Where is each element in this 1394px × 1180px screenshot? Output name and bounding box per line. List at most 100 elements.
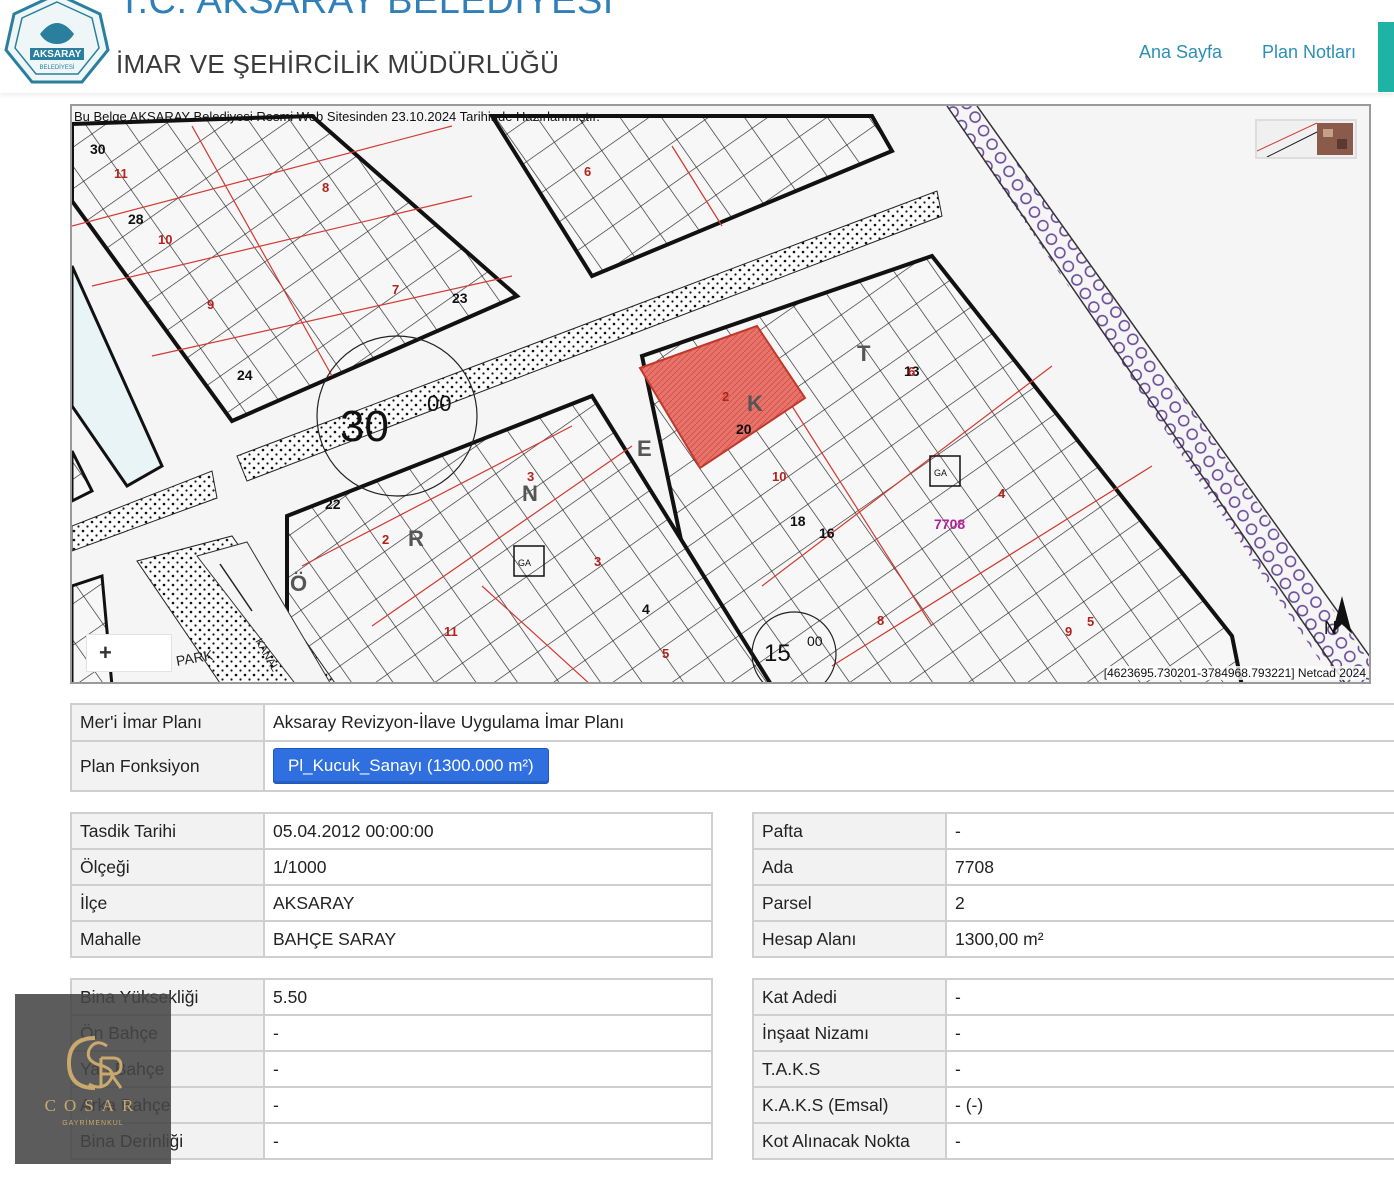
table-row: Kot Alınacak Nokta - (752, 1122, 1394, 1160)
field-value: 7708 (945, 848, 1394, 886)
field-value: - (945, 812, 1394, 850)
street-width-label: 30 (340, 402, 389, 451)
field-value: - (945, 1014, 1394, 1052)
plan-function-badge[interactable]: Pl_Kucuk_Sanayı (1300.000 m²) (273, 748, 549, 784)
map-layer-thumbnail[interactable] (1255, 119, 1357, 159)
field-value: 2 (945, 884, 1394, 922)
map-coordinates: [4623695.730201-3784968.793221] Netcad 2… (1103, 666, 1366, 680)
table-row: İlçe AKSARAY (70, 884, 713, 922)
svg-text:6: 6 (908, 364, 915, 379)
field-value: AKSARAY (263, 884, 713, 922)
field-label: K.A.K.S (Emsal) (752, 1086, 947, 1124)
map-document-note: Bu Belge AKSARAY Belediyesi Resmi Web Si… (74, 109, 600, 124)
field-value: BAHÇE SARAY (263, 920, 713, 958)
realtor-name: COSAR (44, 1096, 142, 1115)
field-value: - (263, 1014, 713, 1052)
svg-text:9: 9 (1065, 624, 1072, 639)
header-accent-bar (1378, 22, 1394, 92)
building-rules-table: Kat Adedi - İnşaat Nizamı - T.A.K.S - K.A.K… (752, 978, 1394, 1160)
svg-text:9: 9 (207, 297, 214, 312)
table-row: Ölçeği 1/1000 (70, 848, 713, 886)
svg-text:5: 5 (1087, 614, 1094, 629)
svg-text:6: 6 (584, 164, 591, 179)
field-value: 05.04.2012 00:00:00 (263, 812, 713, 850)
svg-text:R: R (408, 526, 424, 551)
realtor-subtitle: GAYRİMENKUL (62, 1120, 124, 1127)
field-label: Ölçeği (70, 848, 265, 886)
field-label: İlçe (70, 884, 265, 922)
svg-text:Ö: Ö (290, 571, 307, 596)
svg-text:3: 3 (527, 469, 534, 484)
field-label: Hesap Alanı (752, 920, 947, 958)
field-label: Ada (752, 848, 947, 886)
field-label: Tasdik Tarihi (70, 812, 265, 850)
field-value: - (-) (945, 1086, 1394, 1124)
plan-function-key: Plan Fonksiyon (70, 740, 265, 792)
plan-info-table: Mer'i İmar Planı Aksaray Revizyon-İlave … (70, 703, 1394, 792)
field-label: Mahalle (70, 920, 265, 958)
svg-text:AKSARAY: AKSARAY (33, 49, 82, 60)
svg-text:N: N (522, 481, 538, 506)
field-value: Pl_Kucuk_Sanayı (1300.000 m²) (263, 740, 1394, 792)
svg-text:N: N (1324, 618, 1337, 638)
realtor-watermark-logo: COSAR GAYRİMENKUL (15, 994, 171, 1164)
svg-text:GA: GA (518, 558, 531, 568)
svg-text:GA: GA (934, 468, 947, 478)
zoom-in-button[interactable]: + (86, 634, 172, 672)
table-row: İnşaat Nizamı - (752, 1014, 1394, 1052)
field-value: - (263, 1086, 713, 1124)
svg-text:10: 10 (158, 232, 172, 247)
svg-text:10: 10 (772, 469, 786, 484)
nav-plan-notes-link[interactable]: Plan Notları (1262, 42, 1356, 63)
realtor-monogram-icon (66, 1036, 123, 1090)
field-value: - (945, 1122, 1394, 1160)
table-row: Tasdik Tarihi 05.04.2012 00:00:00 (70, 812, 713, 850)
field-label: Kot Alınacak Nokta (752, 1122, 947, 1160)
svg-text:18: 18 (790, 513, 806, 529)
field-label: T.A.K.S (752, 1050, 947, 1088)
nav-home-link[interactable]: Ana Sayfa (1139, 42, 1222, 63)
svg-text:20: 20 (736, 421, 752, 437)
page: AKSARAY BELEDİYESİ T.C. AKSARAY BELEDİYE… (0, 0, 1394, 1180)
table-row: Mahalle BAHÇE SARAY (70, 920, 713, 958)
field-value: - (263, 1050, 713, 1088)
svg-text:23: 23 (452, 290, 468, 306)
svg-text:7: 7 (392, 282, 399, 297)
svg-text:4: 4 (642, 601, 650, 617)
svg-text:BELEDİYESİ: BELEDİYESİ (39, 64, 74, 71)
zoning-map[interactable]: 30 00 15 00 7708 N GA GA PARK KANAL Ö R … (70, 104, 1371, 684)
svg-text:2: 2 (722, 389, 729, 404)
plan-key: Mer'i İmar Planı (70, 703, 265, 742)
site-header: AKSARAY BELEDİYESİ T.C. AKSARAY BELEDİYE… (0, 0, 1394, 93)
svg-text:8: 8 (322, 180, 329, 195)
field-label: Parsel (752, 884, 947, 922)
svg-text:4: 4 (998, 486, 1006, 501)
svg-text:11: 11 (114, 166, 128, 181)
location-info-table: Tasdik Tarihi 05.04.2012 00:00:00 Ölçeği 1… (70, 812, 713, 958)
table-row: Ada 7708 (752, 848, 1394, 886)
table-row: Parsel 2 (752, 884, 1394, 922)
parcel-info-table: Pafta - Ada 7708 Parsel 2 Hesap Alanı 1300,0… (752, 812, 1394, 958)
field-value: - (945, 1050, 1394, 1088)
field-label: Kat Adedi (752, 978, 947, 1016)
table-row: Kat Adedi - (752, 978, 1394, 1016)
svg-text:T: T (857, 341, 871, 366)
field-label: Pafta (752, 812, 947, 850)
street-width-label-small: 15 (764, 640, 791, 667)
field-value: 5.50 (263, 978, 713, 1016)
svg-text:2: 2 (382, 532, 389, 547)
ada-number-label: 7708 (934, 516, 965, 532)
svg-text:E: E (637, 436, 652, 461)
map-canvas[interactable]: 30 00 15 00 7708 N GA GA PARK KANAL Ö R … (72, 106, 1371, 684)
svg-text:8: 8 (877, 613, 884, 628)
table-row: Pafta - (752, 812, 1394, 850)
field-value: - (945, 978, 1394, 1016)
svg-text:16: 16 (819, 525, 835, 541)
table-row: Plan Fonksiyon Pl_Kucuk_Sanayı (1300.000… (70, 740, 1394, 792)
svg-text:5: 5 (662, 646, 669, 661)
org-title: T.C. AKSARAY BELEDİYESİ (118, 0, 614, 22)
svg-text:30: 30 (90, 141, 106, 157)
svg-text:22: 22 (325, 496, 341, 512)
svg-text:00: 00 (427, 391, 451, 416)
table-row: T.A.K.S - (752, 1050, 1394, 1088)
